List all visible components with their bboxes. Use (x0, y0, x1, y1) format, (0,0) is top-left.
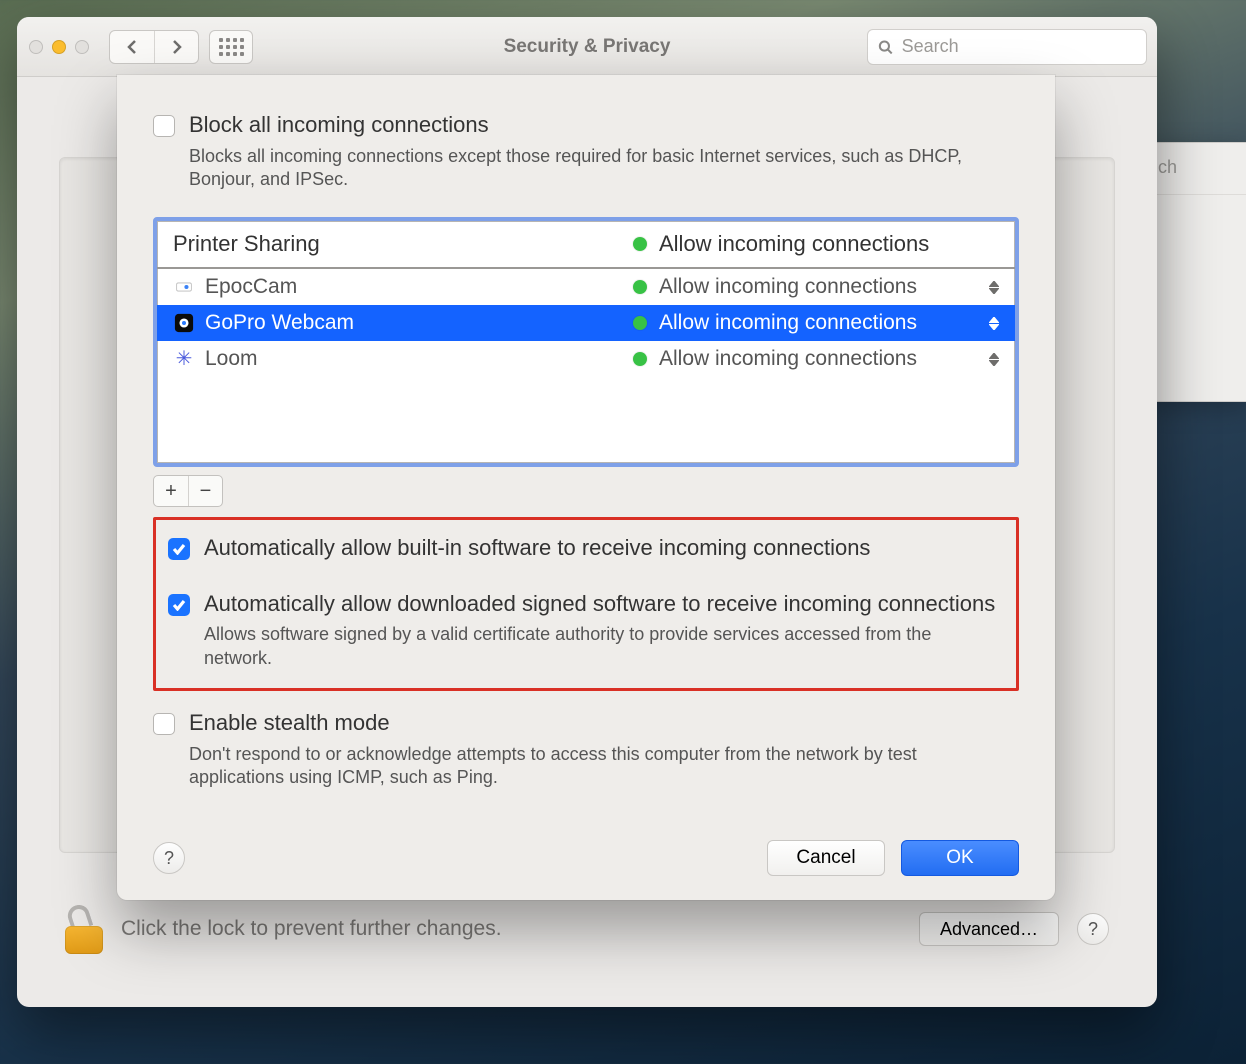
stealth-option: Enable stealth mode Don't respond to or … (153, 709, 1019, 789)
search-icon (878, 39, 893, 55)
sheet-footer: ? Cancel OK (153, 840, 1019, 876)
status-dot-icon (633, 316, 647, 330)
chevron-up-icon (989, 281, 999, 287)
lock-help-text: Click the lock to prevent further change… (121, 917, 502, 941)
status-dot-icon (633, 280, 647, 294)
block-all-description: Blocks all incoming connections except t… (189, 145, 1009, 192)
status-stepper[interactable] (989, 317, 999, 330)
check-icon (172, 543, 186, 555)
stealth-checkbox[interactable] (153, 713, 175, 735)
block-all-label: Block all incoming connections (189, 111, 1009, 139)
app-status: Allow incoming connections (659, 347, 917, 371)
help-button[interactable]: ? (1077, 913, 1109, 945)
nav-back-button[interactable] (110, 31, 154, 63)
auto-signed-option: Automatically allow downloaded signed so… (168, 590, 1004, 670)
block-all-option: Block all incoming connections Blocks al… (153, 111, 1019, 191)
auto-signed-checkbox[interactable] (168, 594, 190, 616)
check-icon (172, 599, 186, 611)
auto-signed-description: Allows software signed by a valid certif… (204, 623, 1004, 670)
add-app-button[interactable]: + (154, 476, 188, 506)
remove-app-button[interactable]: − (188, 476, 222, 506)
app-name: GoPro Webcam (205, 311, 354, 335)
add-remove-buttons: + − (153, 475, 223, 507)
firewall-apps-list[interactable]: Printer Sharing Allow incoming connectio… (153, 217, 1019, 467)
app-name: Loom (205, 347, 258, 371)
firewall-options-sheet: Block all incoming connections Blocks al… (117, 75, 1055, 900)
grid-icon (219, 38, 244, 56)
lock-button[interactable] (65, 904, 103, 954)
advanced-button[interactable]: Advanced… (919, 912, 1059, 946)
gopro-icon (173, 312, 195, 334)
window-controls (27, 40, 95, 54)
chevron-down-icon (989, 324, 999, 330)
asterisk-icon: ✳ (173, 348, 195, 370)
chevron-down-icon (989, 360, 999, 366)
minimize-window-button[interactable] (52, 40, 66, 54)
auto-signed-label: Automatically allow downloaded signed so… (204, 590, 1004, 618)
background-window-row: ch (1148, 143, 1246, 195)
lock-row: Click the lock to prevent further change… (65, 899, 1109, 959)
search-field[interactable] (867, 29, 1147, 65)
block-all-checkbox[interactable] (153, 115, 175, 137)
auto-builtin-option: Automatically allow built-in software to… (168, 534, 1004, 562)
firewall-apps-header: Printer Sharing Allow incoming connectio… (157, 221, 1015, 269)
auto-builtin-checkbox[interactable] (168, 538, 190, 560)
zoom-window-button[interactable] (75, 40, 89, 54)
apps-header-name: Printer Sharing (173, 231, 320, 257)
cancel-button[interactable]: Cancel (767, 840, 885, 876)
status-stepper[interactable] (989, 353, 999, 366)
list-item[interactable]: GoPro Webcam Allow incoming connections (157, 305, 1015, 341)
close-window-button[interactable] (29, 40, 43, 54)
nav-forward-button[interactable] (154, 31, 198, 63)
apps-header-status: Allow incoming connections (659, 231, 929, 257)
app-name: EpocCam (205, 275, 297, 299)
search-input[interactable] (900, 35, 1136, 58)
app-status: Allow incoming connections (659, 311, 917, 335)
chevron-down-icon (989, 288, 999, 294)
show-all-button[interactable] (209, 30, 253, 64)
chevron-right-icon (170, 39, 184, 55)
status-dot-icon (633, 237, 647, 251)
camera-dot-icon (173, 276, 195, 298)
list-item[interactable]: ✳ Loom Allow incoming connections (157, 341, 1015, 377)
app-status: Allow incoming connections (659, 275, 917, 299)
titlebar: Security & Privacy (17, 17, 1157, 77)
stealth-description: Don't respond to or acknowledge attempts… (189, 743, 1009, 790)
chevron-up-icon (989, 317, 999, 323)
ok-button[interactable]: OK (901, 840, 1019, 876)
status-dot-icon (633, 352, 647, 366)
nav-buttons (109, 30, 199, 64)
background-window: ch (1147, 142, 1246, 402)
chevron-left-icon (125, 39, 139, 55)
preferences-window: Security & Privacy Click the lock to pre… (17, 17, 1157, 1007)
chevron-up-icon (989, 353, 999, 359)
annotation-highlight: Automatically allow built-in software to… (153, 517, 1019, 691)
status-stepper[interactable] (989, 281, 999, 294)
sheet-help-button[interactable]: ? (153, 842, 185, 874)
stealth-label: Enable stealth mode (189, 709, 1009, 737)
list-item[interactable]: EpocCam Allow incoming connections (157, 269, 1015, 305)
auto-builtin-label: Automatically allow built-in software to… (204, 534, 870, 562)
